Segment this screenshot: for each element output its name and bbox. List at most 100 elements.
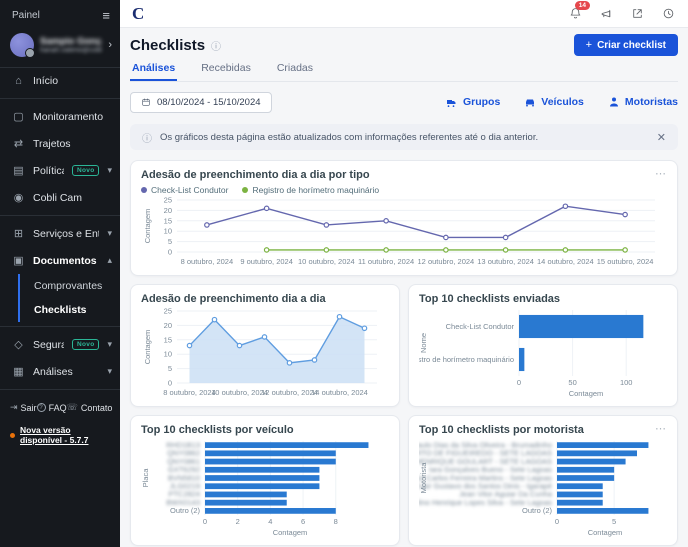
bar[interactable]: [205, 475, 319, 481]
history-button[interactable]: [660, 6, 676, 22]
bar[interactable]: [519, 348, 524, 371]
veiculos-filter-button[interactable]: Veículos: [524, 96, 584, 108]
new-version-link[interactable]: Nova versão disponível - 5.7.7: [20, 425, 110, 445]
open-external-button[interactable]: [629, 6, 645, 22]
chevron-down-icon: ▾: [107, 228, 112, 239]
bar[interactable]: [205, 483, 319, 489]
bar[interactable]: [205, 442, 368, 448]
legend-dot: [141, 187, 147, 193]
legend-item[interactable]: Check-List Condutor: [141, 185, 228, 195]
data-point[interactable]: [362, 326, 366, 330]
bar[interactable]: [205, 492, 287, 498]
data-point[interactable]: [312, 358, 316, 362]
bar[interactable]: [205, 467, 319, 473]
tab-criadas[interactable]: Criadas: [275, 60, 315, 81]
sidebar-item-documentos[interactable]: ▣ Documentos ▴: [0, 247, 120, 274]
faq-button[interactable]: ? FAQ: [37, 403, 67, 413]
chevron-up-icon: ▴: [107, 255, 112, 266]
sidebar-item-politica-de-frota[interactable]: ▤ Política de Frota Novo ▾: [0, 157, 120, 184]
bar[interactable]: [557, 500, 603, 506]
bar[interactable]: [557, 483, 603, 489]
hamburger-menu-icon[interactable]: ≡: [102, 8, 110, 23]
data-point[interactable]: [384, 219, 388, 223]
data-point[interactable]: [444, 235, 448, 239]
bar[interactable]: [205, 459, 336, 465]
bar[interactable]: [557, 459, 626, 465]
data-point[interactable]: [503, 248, 507, 252]
motoristas-filter-button[interactable]: Motoristas: [608, 96, 678, 108]
info-icon[interactable]: ⓘ: [211, 38, 221, 53]
x-axis-tick: 10 outubro, 2024: [211, 388, 268, 397]
data-point[interactable]: [623, 248, 627, 252]
notifications-button[interactable]: 14: [567, 6, 583, 22]
grupos-filter-button[interactable]: Grupos: [446, 96, 500, 108]
chart-menu-button[interactable]: ⋯: [655, 424, 667, 434]
bar[interactable]: [557, 442, 648, 448]
y-axis-label: Motorista: [419, 462, 428, 494]
data-point[interactable]: [205, 223, 209, 227]
bar[interactable]: [557, 492, 603, 498]
tab-recebidas[interactable]: Recebidas: [199, 60, 253, 81]
area-chart-adesao-dia-a-dia: 05101520258 outubro, 202410 outubro, 202…: [141, 306, 389, 398]
chart-title: Adesão de preenchimento dia a dia: [141, 293, 326, 306]
data-point[interactable]: [384, 248, 388, 252]
sidebar-item-cobli-cam[interactable]: ◉ Cobli Cam: [0, 184, 120, 211]
chart-legend: Check-List Condutor Registro de horímetr…: [141, 184, 667, 195]
legend-item[interactable]: Registro de horímetro maquinário: [242, 185, 379, 195]
chevron-right-icon[interactable]: ›: [108, 39, 112, 51]
data-point[interactable]: [237, 343, 241, 347]
sidebar-item-seguranca[interactable]: ◇ Segurança Novo ▾: [0, 331, 120, 358]
y-axis-label: Contagem: [143, 209, 152, 244]
data-point[interactable]: [264, 248, 268, 252]
bar[interactable]: [205, 500, 287, 506]
y-axis-label: Nome: [419, 333, 428, 353]
data-point[interactable]: [324, 223, 328, 227]
create-checklist-button[interactable]: + Criar checklist: [574, 34, 678, 56]
data-point[interactable]: [212, 317, 216, 321]
bar[interactable]: [205, 450, 336, 456]
chart-icon: ▦: [12, 365, 25, 378]
y-axis-tick: 5: [168, 237, 172, 246]
cobli-logo[interactable]: C: [132, 4, 144, 24]
x-axis-tick: 14 outubro, 2024: [537, 257, 594, 266]
sidebar-item-monitoramento[interactable]: ▢ Monitoramento: [0, 103, 120, 130]
date-range-picker[interactable]: 08/10/2024 - 15/10/2024: [130, 92, 272, 113]
bar[interactable]: [557, 475, 614, 481]
data-point[interactable]: [287, 361, 291, 365]
bar[interactable]: [205, 508, 336, 514]
data-point[interactable]: [563, 204, 567, 208]
close-banner-icon[interactable]: ✕: [657, 131, 666, 144]
bar[interactable]: [557, 450, 637, 456]
data-point[interactable]: [187, 343, 191, 347]
contact-button[interactable]: ☏ Contato: [67, 402, 113, 413]
logout-button[interactable]: ⇥ Sair: [10, 402, 37, 413]
sidebar-item-servicos-e-entregas[interactable]: ⊞ Serviços e Entregas ▾: [0, 220, 120, 247]
question-icon: ?: [37, 403, 46, 412]
data-point[interactable]: [337, 315, 341, 319]
data-point[interactable]: [324, 248, 328, 252]
y-axis-tick: 15: [164, 335, 172, 344]
chart-menu-button[interactable]: ⋯: [655, 169, 667, 179]
bar[interactable]: [557, 508, 648, 514]
data-point[interactable]: [563, 248, 567, 252]
bar[interactable]: [557, 467, 614, 473]
chart-card-top-por-motorista: Top 10 checklists por motorista ⋯ 05Marc…: [408, 415, 678, 546]
announcements-button[interactable]: [598, 6, 614, 22]
data-point[interactable]: [623, 212, 627, 216]
x-axis-tick: 9 outubro, 2024: [240, 257, 293, 266]
sidebar-item-comprovantes[interactable]: Comprovantes: [20, 274, 120, 298]
data-point[interactable]: [444, 248, 448, 252]
data-point[interactable]: [503, 235, 507, 239]
tab-analises[interactable]: Análises: [130, 60, 177, 81]
x-axis-tick: 0: [517, 378, 521, 387]
sidebar-item-checklists[interactable]: Checklists: [20, 298, 120, 322]
sidebar-item-trajetos[interactable]: ⇄ Trajetos: [0, 130, 120, 157]
user-profile[interactable]: Sampio Gonçalves hanah.valerio@cobli.co …: [0, 29, 120, 68]
data-point[interactable]: [264, 206, 268, 210]
chevron-down-icon: ▾: [107, 165, 112, 176]
panel-label: Painel: [12, 10, 40, 21]
data-point[interactable]: [262, 335, 266, 339]
bar[interactable]: [519, 315, 643, 338]
sidebar-item-inicio[interactable]: ⌂ Início: [0, 68, 120, 94]
sidebar-item-analises[interactable]: ▦ Análises ▾: [0, 358, 120, 385]
